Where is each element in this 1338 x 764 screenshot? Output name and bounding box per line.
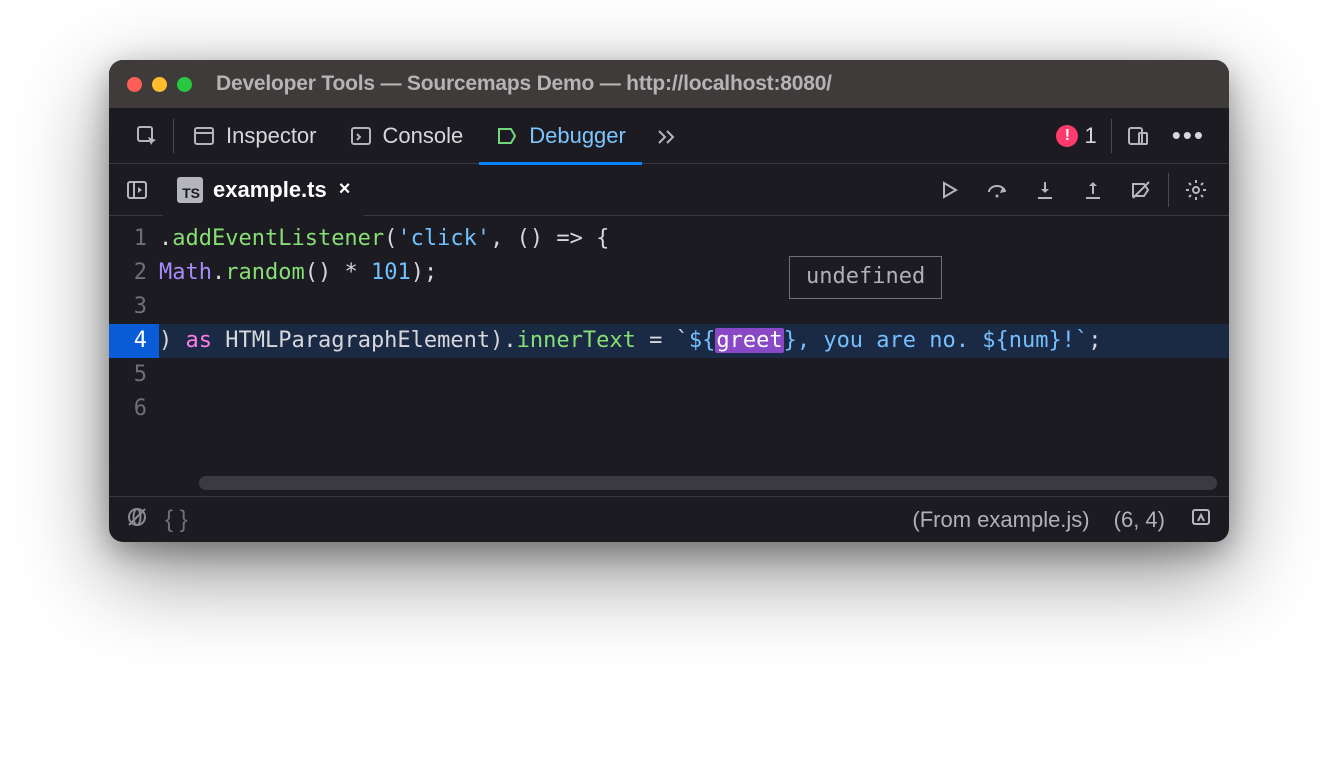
blackbox-icon[interactable]: [125, 505, 149, 535]
tab-debugger[interactable]: Debugger: [479, 108, 642, 164]
code-line[interactable]: 3: [109, 290, 1229, 324]
minimize-window-button[interactable]: [152, 77, 167, 92]
pick-element-button[interactable]: [123, 108, 171, 164]
traffic-lights: [127, 77, 192, 92]
step-over-button[interactable]: [974, 170, 1020, 210]
code-line[interactable]: 5: [109, 358, 1229, 392]
line-number[interactable]: 4: [109, 324, 159, 358]
resume-button[interactable]: [926, 170, 972, 210]
tab-inspector[interactable]: Inspector: [176, 108, 333, 164]
separator: [1111, 119, 1112, 153]
line-number[interactable]: 1: [109, 222, 159, 256]
separator: [1168, 173, 1169, 207]
file-tab-label: example.ts: [213, 177, 327, 203]
titlebar: Developer Tools — Sourcemaps Demo — http…: [109, 60, 1229, 108]
responsive-mode-button[interactable]: [1114, 108, 1162, 164]
tab-inspector-label: Inspector: [226, 123, 317, 149]
horizontal-scrollbar[interactable]: [199, 476, 1217, 490]
cursor-position: (6, 4): [1114, 507, 1165, 533]
tab-console[interactable]: Console: [333, 108, 480, 164]
line-number[interactable]: 3: [109, 290, 159, 324]
debugger-settings-button[interactable]: [1173, 170, 1219, 210]
line-number[interactable]: 5: [109, 358, 159, 392]
line-number[interactable]: 6: [109, 392, 159, 426]
deactivate-breakpoints-button[interactable]: [1118, 170, 1164, 210]
separator: [173, 119, 174, 153]
source-editor[interactable]: 1.addEventListener('click', () => {2Math…: [109, 216, 1229, 496]
sourcemap-origin: (From example.js): [912, 507, 1089, 533]
window-title: Developer Tools — Sourcemaps Demo — http…: [216, 72, 832, 96]
tab-console-label: Console: [383, 123, 464, 149]
code-line[interactable]: 6: [109, 392, 1229, 426]
panel-toolbar: Inspector Console Debugger ! 1 •••: [109, 108, 1229, 164]
code-content[interactable]: .addEventListener('click', () => {: [159, 222, 629, 256]
value-tooltip: undefined: [789, 256, 942, 299]
code-line[interactable]: 1.addEventListener('click', () => {: [109, 222, 1229, 256]
step-in-button[interactable]: [1022, 170, 1068, 210]
source-map-toggle-icon[interactable]: [1189, 505, 1213, 535]
close-window-button[interactable]: [127, 77, 142, 92]
error-count: 1: [1084, 123, 1096, 149]
maximize-window-button[interactable]: [177, 77, 192, 92]
line-number[interactable]: 2: [109, 256, 159, 290]
code-line[interactable]: 4) as HTMLParagraphElement).innerText = …: [109, 324, 1229, 358]
error-icon: !: [1056, 125, 1078, 147]
typescript-icon: TS: [177, 177, 203, 203]
debug-controls: [926, 170, 1219, 210]
code-content[interactable]: Math.random() * 101);: [159, 256, 457, 290]
close-tab-button[interactable]: ×: [339, 178, 351, 201]
devtools-menu-button[interactable]: •••: [1162, 120, 1215, 151]
status-bar: { } (From example.js) (6, 4): [109, 496, 1229, 542]
source-tab-row: TS example.ts ×: [109, 164, 1229, 216]
pretty-print-button[interactable]: { }: [165, 506, 188, 534]
tab-debugger-label: Debugger: [529, 123, 626, 149]
error-indicator[interactable]: ! 1: [1044, 123, 1108, 149]
toggle-sources-pane-button[interactable]: [119, 172, 155, 208]
devtools-window: Developer Tools — Sourcemaps Demo — http…: [109, 60, 1229, 542]
code-content[interactable]: ) as HTMLParagraphElement).innerText = `…: [159, 324, 1122, 358]
file-tab-example-ts[interactable]: TS example.ts ×: [163, 164, 364, 216]
code-line[interactable]: 2Math.random() * 101);: [109, 256, 1229, 290]
overflow-tabs-button[interactable]: [642, 108, 690, 164]
step-out-button[interactable]: [1070, 170, 1116, 210]
